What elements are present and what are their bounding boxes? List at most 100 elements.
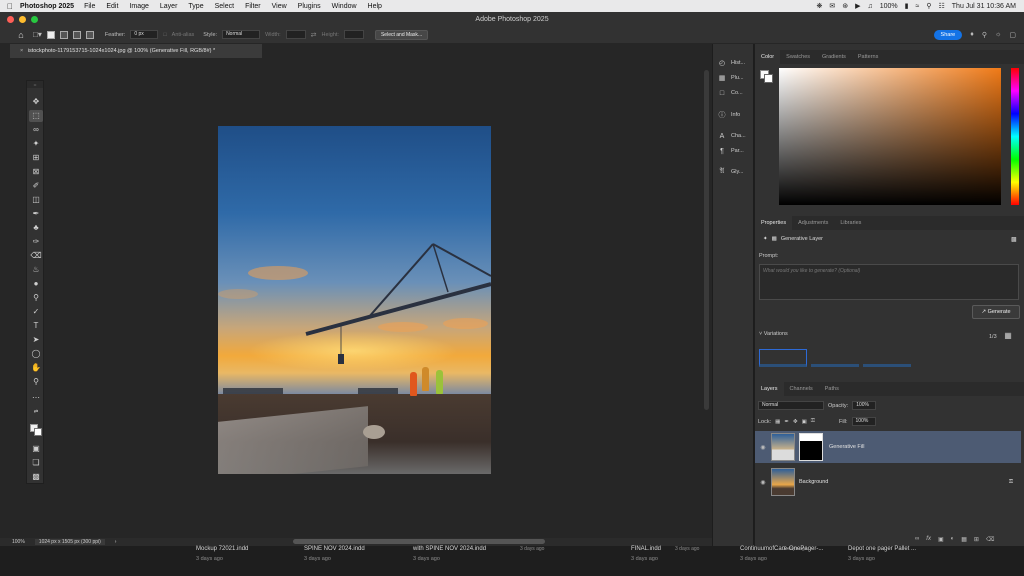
lock-pixels-icon[interactable]: ✒: [784, 419, 789, 425]
history-brush-tool-icon[interactable]: ✑: [29, 236, 43, 248]
swap-icon[interactable]: ⇄: [311, 31, 317, 39]
apple-menu-icon[interactable]: : [0, 2, 20, 11]
variation-thumbnail[interactable]: [863, 349, 911, 367]
swap-colors-icon[interactable]: ⇄: [29, 406, 43, 418]
recent-file-item[interactable]: FINAL.indd 3 days ago: [631, 546, 661, 562]
healing-brush-tool-icon[interactable]: ◫: [29, 194, 43, 206]
menu-select[interactable]: Select: [215, 3, 234, 10]
tab-adjustments[interactable]: Adjustments: [792, 216, 834, 230]
select-and-mask-button[interactable]: Select and Mask...: [374, 29, 429, 40]
info-panel-button[interactable]: ⓘ Info: [717, 108, 741, 122]
variations-header[interactable]: ˅ Variations: [759, 331, 788, 337]
document-info[interactable]: 1024 px x 1505 px (300 ppi): [34, 539, 105, 545]
marquee-tool-icon[interactable]: ⬚: [29, 110, 43, 122]
tab-gradients[interactable]: Gradients: [816, 50, 852, 64]
new-selection-button[interactable]: [46, 30, 55, 39]
hand-tool-icon[interactable]: ✋: [29, 362, 43, 374]
toolbar-grip[interactable]: ••: [27, 81, 43, 88]
intersect-selection-button[interactable]: [85, 30, 94, 39]
tab-paths[interactable]: Paths: [819, 382, 845, 396]
zoom-level[interactable]: 100%: [12, 539, 25, 545]
tab-libraries[interactable]: Libraries: [834, 216, 867, 230]
recent-file-item[interactable]: SPINE NOV 2024.indd 3 days ago: [304, 546, 365, 562]
subtract-selection-button[interactable]: [72, 30, 81, 39]
tab-layers[interactable]: Layers: [755, 382, 784, 396]
plugins-panel-button[interactable]: ▦ Plu...: [717, 71, 744, 85]
type-tool-icon[interactable]: T: [29, 320, 43, 332]
menu-window[interactable]: Window: [332, 3, 357, 10]
menu-filter[interactable]: Filter: [245, 3, 261, 10]
menu-help[interactable]: Help: [368, 3, 382, 10]
discover-icon[interactable]: ☼: [995, 31, 1001, 38]
eye-icon[interactable]: ◉: [755, 479, 771, 486]
background-color-swatch[interactable]: [34, 428, 42, 436]
layer-row-generative-fill[interactable]: ◉ Generative Fill: [755, 431, 1021, 463]
menu-edit[interactable]: Edit: [106, 3, 118, 10]
width-input[interactable]: [285, 30, 306, 39]
prompt-input[interactable]: What would you like to generate? (Option…: [759, 264, 1019, 300]
variation-thumbnail[interactable]: [811, 349, 859, 367]
fx-icon[interactable]: fx: [926, 536, 931, 543]
menu-file[interactable]: File: [84, 3, 95, 10]
horizontal-scrollbar[interactable]: [293, 539, 545, 544]
fill-input[interactable]: 100%: [851, 417, 876, 426]
move-tool-icon[interactable]: ✥: [29, 96, 43, 108]
battery-icon[interactable]: ▮: [905, 2, 909, 10]
lasso-tool-icon[interactable]: ∞: [29, 124, 43, 136]
comments-panel-button[interactable]: □ Co...: [717, 86, 743, 100]
bluetooth-icon[interactable]: ⊛: [842, 2, 848, 10]
menu-plugins[interactable]: Plugins: [298, 3, 321, 10]
lock-all-icon[interactable]: ⚿: [811, 418, 815, 425]
zoom-tool-icon[interactable]: ⚲: [29, 376, 43, 388]
bell-icon[interactable]: ♦: [970, 31, 974, 38]
path-selection-tool-icon[interactable]: ➤: [29, 334, 43, 346]
antialias-checkbox[interactable]: □: [163, 32, 166, 38]
eye-icon[interactable]: ◉: [755, 444, 771, 451]
clone-stamp-tool-icon[interactable]: ♣: [29, 222, 43, 234]
tab-color[interactable]: Color: [755, 50, 781, 64]
marquee-preset-icon[interactable]: □▾: [33, 30, 42, 39]
generate-button[interactable]: ↗ Generate: [972, 305, 1020, 319]
recent-file-item[interactable]: Depot one pager Pallet ... 3 days ago: [848, 546, 916, 562]
history-panel-button[interactable]: ◴ Hist...: [717, 56, 745, 70]
adjustment-layer-icon[interactable]: ◐: [951, 536, 955, 543]
lock-position-icon[interactable]: ✥: [793, 419, 798, 425]
wifi-icon[interactable]: ≈: [916, 3, 920, 10]
feather-input[interactable]: 0 px: [130, 30, 159, 39]
more-tools-icon[interactable]: ⋯: [29, 392, 43, 404]
blur-tool-icon[interactable]: ●: [29, 278, 43, 290]
ellipse-tool-icon[interactable]: ◯: [29, 348, 43, 360]
app-menu[interactable]: Photoshop 2025: [20, 3, 74, 10]
paragraph-panel-button[interactable]: ¶ Par...: [717, 144, 744, 158]
properties-menu-icon[interactable]: ▩: [1011, 236, 1017, 243]
frame-tool-icon[interactable]: ⊠: [29, 166, 43, 178]
status-arrow-icon[interactable]: ›: [115, 539, 117, 545]
style-select[interactable]: Normal: [222, 30, 261, 39]
menu-type[interactable]: Type: [188, 3, 203, 10]
trash-icon[interactable]: ⌫: [986, 536, 994, 543]
menu-view[interactable]: View: [272, 3, 287, 10]
menu-layer[interactable]: Layer: [160, 3, 178, 10]
tab-patterns[interactable]: Patterns: [852, 50, 884, 64]
blend-mode-select[interactable]: Normal: [758, 401, 824, 410]
recent-file-item[interactable]: Mockup 72021.indd 3 days ago: [196, 546, 248, 562]
recent-file-item[interactable]: with SPINE NOV 2024.indd 3 days ago: [413, 546, 486, 562]
quick-mask-icon[interactable]: ▣: [29, 443, 43, 455]
opacity-input[interactable]: 100%: [852, 401, 877, 410]
add-selection-button[interactable]: [59, 30, 68, 39]
add-mask-icon[interactable]: ▣: [938, 536, 944, 543]
workspace-icon[interactable]: ▢: [1009, 31, 1016, 39]
vertical-scrollbar[interactable]: [704, 70, 709, 410]
hue-slider[interactable]: [1011, 68, 1019, 205]
eraser-tool-icon[interactable]: ⌫: [29, 250, 43, 262]
dodge-tool-icon[interactable]: ⚲: [29, 292, 43, 304]
tab-channels[interactable]: Channels: [784, 382, 819, 396]
variation-thumbnail[interactable]: [759, 349, 807, 367]
messages-icon[interactable]: ✉: [829, 2, 835, 10]
search-icon[interactable]: ⚲: [982, 31, 987, 39]
control-center-icon[interactable]: ☷: [939, 2, 945, 10]
layer-row-background[interactable]: ◉ Background ⚿: [755, 466, 1021, 498]
document-tab[interactable]: × istockphoto-1179153715-1024x1024.jpg @…: [10, 44, 262, 58]
spotlight-icon[interactable]: ⚲: [926, 2, 931, 10]
layer-mask-thumbnail[interactable]: [799, 433, 823, 461]
